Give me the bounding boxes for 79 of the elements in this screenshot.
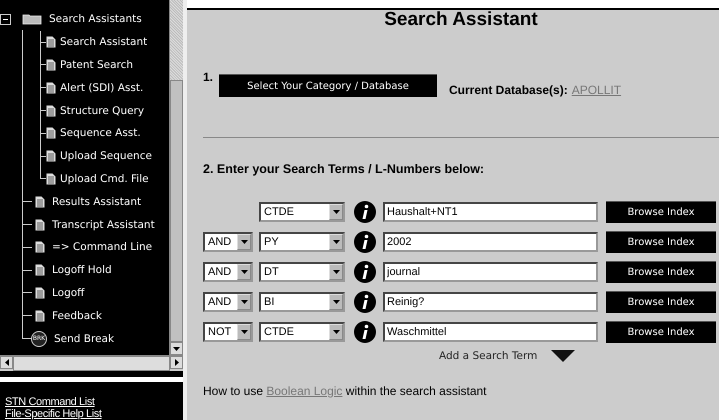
tree-item[interactable]: Alert (SDI) Asst. [56,82,144,94]
field-dropdown[interactable]: CTDE [259,322,345,342]
search-term-field[interactable]: journal [383,262,598,282]
browse-index-button[interactable]: Browse Index [606,231,716,253]
dropdown-arrow-icon[interactable] [332,210,340,214]
down-triangle-icon[interactable] [551,350,576,362]
info-icon[interactable] [354,231,376,253]
current-database-label: Current Database(s): [449,82,568,96]
field-dropdown[interactable]: CTDE [259,202,345,222]
search-term-field[interactable]: 2002 [383,232,598,252]
help-link[interactable]: STN Command List [5,396,183,408]
document-icon [46,58,56,71]
dropdown-arrow-icon[interactable] [332,240,340,244]
page-title: Search Assistant [383,10,539,30]
tree-item[interactable]: Logoff Hold [48,264,112,276]
document-icon [46,172,56,185]
operator-dropdown[interactable]: AND [203,232,253,252]
dropdown-arrow-icon[interactable] [332,300,340,304]
tree-item[interactable]: Results Assistant [48,196,142,208]
horizontal-scrollbar[interactable] [0,355,183,371]
document-icon [35,286,45,299]
search-term-field[interactable]: Reinig? [383,292,598,312]
field-dropdown[interactable]: BI [259,292,345,312]
add-term-label[interactable]: Add a Search Term [439,350,538,362]
field-dropdown[interactable]: DT [259,262,345,282]
folder-icon [22,13,42,26]
dropdown-arrow-icon[interactable] [240,270,248,274]
step-number: 1. [203,70,214,84]
browse-index-button[interactable]: Browse Index [606,321,716,343]
help-link[interactable]: File-Specific Help List [5,408,183,420]
scroll-down-arrow-icon[interactable] [173,346,180,351]
tree-item[interactable]: Search Assistants [45,13,142,26]
search-term-field[interactable]: Waschmittel [383,322,598,342]
tree-item[interactable]: Transcript Assistant [48,218,155,231]
tree-item[interactable]: Upload Sequence [56,150,152,162]
field-dropdown[interactable]: PY [259,232,345,252]
document-icon [46,150,56,162]
document-icon [35,196,45,208]
document-icon [35,264,45,276]
select-database-button[interactable]: Select Your Category / Database [219,74,438,97]
browse-index-button[interactable]: Browse Index [606,261,716,283]
document-icon [46,104,56,117]
dropdown-arrow-icon[interactable] [240,330,248,334]
dropdown-arrow-icon[interactable] [332,330,340,334]
scrollbar-thumb[interactable] [170,80,183,342]
tree-item[interactable]: Feedback [48,310,102,322]
search-term-field[interactable]: Haushalt+NT1 [383,202,598,222]
step-heading: 2. Enter your Search Terms / L-Numbers below: [203,162,486,176]
tree-item[interactable]: Search Assistant [56,36,148,48]
tree-item[interactable]: Send Break [50,332,114,345]
document-icon [46,36,56,48]
operator-dropdown[interactable]: AND [203,262,253,282]
scroll-left-arrow-icon[interactable] [4,359,8,366]
tree-item[interactable]: Patent Search [56,58,134,71]
dropdown-arrow-icon[interactable] [332,270,340,274]
document-icon [35,241,45,254]
document-icon [46,127,56,140]
tree-item[interactable]: Upload Cmd. File [56,172,149,185]
vertical-scrollbar[interactable] [169,0,183,356]
info-icon[interactable] [354,261,376,283]
tree-item[interactable]: => Command Line [48,241,152,254]
tree-item[interactable]: Structure Query [56,104,144,117]
tree-item[interactable]: Logoff [48,286,84,299]
info-icon[interactable] [354,201,376,223]
dropdown-arrow-icon[interactable] [240,300,248,304]
dropdown-arrow-icon[interactable] [240,240,248,244]
operator-dropdown[interactable]: AND [203,292,253,312]
help-sentence: How to use Boolean Logic within the search assistant [203,384,488,398]
info-icon[interactable] [354,321,376,343]
collapse-toggle-icon[interactable] [0,14,11,25]
operator-dropdown[interactable]: NOT [203,322,253,342]
document-icon [46,82,56,94]
scroll-right-arrow-icon[interactable] [174,359,178,366]
document-icon [35,218,45,231]
browse-index-button[interactable]: Browse Index [606,291,716,313]
tree-item[interactable]: Sequence Asst. [56,127,141,140]
document-icon [35,310,45,322]
browse-index-button[interactable]: Browse Index [606,201,716,223]
info-icon[interactable] [354,291,376,313]
